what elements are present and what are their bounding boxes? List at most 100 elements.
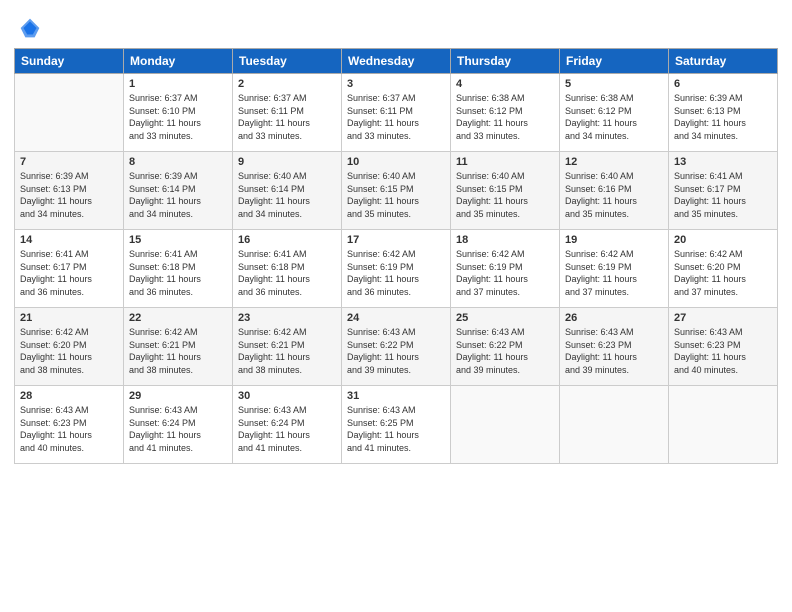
- day-info: Sunrise: 6:39 AMSunset: 6:13 PMDaylight:…: [20, 170, 118, 220]
- calendar-cell: 4Sunrise: 6:38 AMSunset: 6:12 PMDaylight…: [451, 74, 560, 152]
- day-info: Sunrise: 6:42 AMSunset: 6:21 PMDaylight:…: [238, 326, 336, 376]
- day-number: 15: [129, 234, 227, 246]
- day-number: 12: [565, 156, 663, 168]
- day-info: Sunrise: 6:43 AMSunset: 6:23 PMDaylight:…: [565, 326, 663, 376]
- header: [14, 10, 778, 42]
- day-info: Sunrise: 6:41 AMSunset: 6:17 PMDaylight:…: [20, 248, 118, 298]
- week-row-2: 7Sunrise: 6:39 AMSunset: 6:13 PMDaylight…: [15, 152, 778, 230]
- calendar-cell: 17 Sunrise: 6:42 AMSunset: 6:19 PMDayligh…: [342, 230, 451, 308]
- day-info: Sunrise: 6:43 AMSunset: 6:23 PMDaylight:…: [20, 404, 118, 454]
- page-container: SundayMondayTuesdayWednesdayThursdayFrid…: [0, 0, 792, 474]
- col-header-thursday: Thursday: [451, 49, 560, 74]
- week-row-4: 21 Sunrise: 6:42 AMSunset: 6:20 PMDayligh…: [15, 308, 778, 386]
- calendar-cell: 7Sunrise: 6:39 AMSunset: 6:13 PMDaylight…: [15, 152, 124, 230]
- day-info: Sunrise: 6:43 AMSunset: 6:24 PMDaylight:…: [238, 404, 336, 454]
- day-info: Sunrise: 6:40 AMSunset: 6:16 PMDaylight:…: [565, 170, 663, 220]
- day-number: 26: [565, 312, 663, 324]
- calendar-cell: 5 Sunrise: 6:38 AMSunset: 6:12 PMDaylight…: [560, 74, 669, 152]
- calendar-cell: 20 Sunrise: 6:42 AMSunset: 6:20 PMDayligh…: [669, 230, 778, 308]
- col-header-friday: Friday: [560, 49, 669, 74]
- calendar-cell: 12 Sunrise: 6:40 AMSunset: 6:16 PMDayligh…: [560, 152, 669, 230]
- calendar-cell: 29Sunrise: 6:43 AMSunset: 6:24 PMDayligh…: [124, 386, 233, 464]
- day-number: 27: [674, 312, 772, 324]
- day-info: Sunrise: 6:43 AMSunset: 6:25 PMDaylight:…: [347, 404, 445, 454]
- calendar-cell: 15 Sunrise: 6:41 AMSunset: 6:18 PMDayligh…: [124, 230, 233, 308]
- day-number: 5: [565, 78, 663, 90]
- day-number: 11: [456, 156, 554, 168]
- day-number: 24: [347, 312, 445, 324]
- calendar-cell: 26 Sunrise: 6:43 AMSunset: 6:23 PMDayligh…: [560, 308, 669, 386]
- day-number: 17: [347, 234, 445, 246]
- calendar-cell: 6Sunrise: 6:39 AMSunset: 6:13 PMDaylight…: [669, 74, 778, 152]
- calendar-cell: 28 Sunrise: 6:43 AMSunset: 6:23 PMDayligh…: [15, 386, 124, 464]
- calendar-cell: [560, 386, 669, 464]
- day-info: Sunrise: 6:42 AMSunset: 6:19 PMDaylight:…: [347, 248, 445, 298]
- day-info: Sunrise: 6:42 AMSunset: 6:19 PMDaylight:…: [565, 248, 663, 298]
- calendar-cell: 23 Sunrise: 6:42 AMSunset: 6:21 PMDayligh…: [233, 308, 342, 386]
- day-number: 19: [565, 234, 663, 246]
- calendar-cell: 10Sunrise: 6:40 AMSunset: 6:15 PMDayligh…: [342, 152, 451, 230]
- day-number: 16: [238, 234, 336, 246]
- calendar-cell: 21 Sunrise: 6:42 AMSunset: 6:20 PMDayligh…: [15, 308, 124, 386]
- day-info: Sunrise: 6:41 AMSunset: 6:17 PMDaylight:…: [674, 170, 772, 220]
- calendar-cell: 27 Sunrise: 6:43 AMSunset: 6:23 PMDayligh…: [669, 308, 778, 386]
- calendar-cell: 30 Sunrise: 6:43 AMSunset: 6:24 PMDayligh…: [233, 386, 342, 464]
- day-info: Sunrise: 6:39 AMSunset: 6:14 PMDaylight:…: [129, 170, 227, 220]
- day-info: Sunrise: 6:41 AMSunset: 6:18 PMDaylight:…: [129, 248, 227, 298]
- day-info: Sunrise: 6:38 AMSunset: 6:12 PMDaylight:…: [565, 92, 663, 142]
- calendar-cell: 8 Sunrise: 6:39 AMSunset: 6:14 PMDaylight…: [124, 152, 233, 230]
- day-info: Sunrise: 6:43 AMSunset: 6:22 PMDaylight:…: [456, 326, 554, 376]
- day-number: 25: [456, 312, 554, 324]
- logo: [14, 14, 44, 42]
- day-info: Sunrise: 6:40 AMSunset: 6:15 PMDaylight:…: [347, 170, 445, 220]
- day-number: 13: [674, 156, 772, 168]
- calendar-cell: 14 Sunrise: 6:41 AMSunset: 6:17 PMDayligh…: [15, 230, 124, 308]
- day-number: 2: [238, 78, 336, 90]
- calendar-cell: 19 Sunrise: 6:42 AMSunset: 6:19 PMDayligh…: [560, 230, 669, 308]
- calendar-cell: 31 Sunrise: 6:43 AMSunset: 6:25 PMDayligh…: [342, 386, 451, 464]
- calendar-cell: 24Sunrise: 6:43 AMSunset: 6:22 PMDayligh…: [342, 308, 451, 386]
- day-number: 1: [129, 78, 227, 90]
- col-header-tuesday: Tuesday: [233, 49, 342, 74]
- week-row-3: 14 Sunrise: 6:41 AMSunset: 6:17 PMDayligh…: [15, 230, 778, 308]
- calendar-cell: [669, 386, 778, 464]
- logo-icon: [16, 14, 44, 42]
- day-number: 31: [347, 390, 445, 402]
- calendar-cell: 18 Sunrise: 6:42 AMSunset: 6:19 PMDayligh…: [451, 230, 560, 308]
- day-info: Sunrise: 6:41 AMSunset: 6:18 PMDaylight:…: [238, 248, 336, 298]
- calendar-table: SundayMondayTuesdayWednesdayThursdayFrid…: [14, 48, 778, 464]
- day-info: Sunrise: 6:42 AMSunset: 6:20 PMDaylight:…: [674, 248, 772, 298]
- day-number: 6: [674, 78, 772, 90]
- calendar-cell: 13 Sunrise: 6:41 AMSunset: 6:17 PMDayligh…: [669, 152, 778, 230]
- day-info: Sunrise: 6:42 AMSunset: 6:21 PMDaylight:…: [129, 326, 227, 376]
- day-number: 18: [456, 234, 554, 246]
- calendar-cell: 22 Sunrise: 6:42 AMSunset: 6:21 PMDayligh…: [124, 308, 233, 386]
- day-number: 9: [238, 156, 336, 168]
- col-header-monday: Monday: [124, 49, 233, 74]
- calendar-cell: 1 Sunrise: 6:37 AMSunset: 6:10 PMDaylight…: [124, 74, 233, 152]
- day-info: Sunrise: 6:42 AMSunset: 6:20 PMDaylight:…: [20, 326, 118, 376]
- day-number: 8: [129, 156, 227, 168]
- day-number: 20: [674, 234, 772, 246]
- calendar-cell: 3Sunrise: 6:37 AMSunset: 6:11 PMDaylight…: [342, 74, 451, 152]
- header-row: SundayMondayTuesdayWednesdayThursdayFrid…: [15, 49, 778, 74]
- calendar-cell: [15, 74, 124, 152]
- calendar-cell: 9 Sunrise: 6:40 AMSunset: 6:14 PMDaylight…: [233, 152, 342, 230]
- col-header-sunday: Sunday: [15, 49, 124, 74]
- day-info: Sunrise: 6:43 AMSunset: 6:23 PMDaylight:…: [674, 326, 772, 376]
- calendar-cell: 25 Sunrise: 6:43 AMSunset: 6:22 PMDayligh…: [451, 308, 560, 386]
- day-number: 30: [238, 390, 336, 402]
- day-info: Sunrise: 6:38 AMSunset: 6:12 PMDaylight:…: [456, 92, 554, 142]
- day-number: 29: [129, 390, 227, 402]
- day-number: 23: [238, 312, 336, 324]
- day-info: Sunrise: 6:37 AMSunset: 6:10 PMDaylight:…: [129, 92, 227, 142]
- day-info: Sunrise: 6:42 AMSunset: 6:19 PMDaylight:…: [456, 248, 554, 298]
- col-header-wednesday: Wednesday: [342, 49, 451, 74]
- day-number: 28: [20, 390, 118, 402]
- week-row-1: 1 Sunrise: 6:37 AMSunset: 6:10 PMDaylight…: [15, 74, 778, 152]
- col-header-saturday: Saturday: [669, 49, 778, 74]
- day-info: Sunrise: 6:40 AMSunset: 6:14 PMDaylight:…: [238, 170, 336, 220]
- day-number: 21: [20, 312, 118, 324]
- day-number: 22: [129, 312, 227, 324]
- day-number: 14: [20, 234, 118, 246]
